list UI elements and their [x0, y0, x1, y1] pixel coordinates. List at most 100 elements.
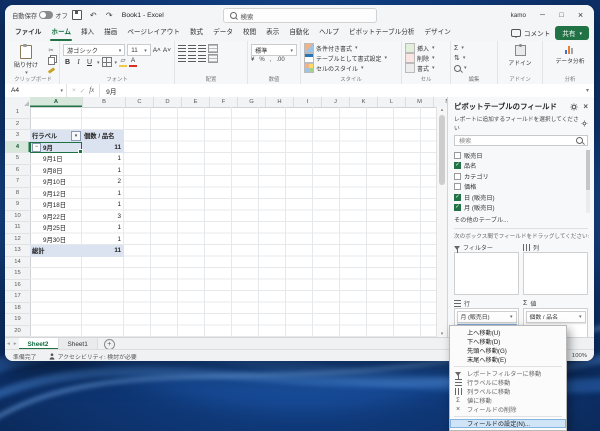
worksheet-grid[interactable]: ABCDEFGHIJKLMN 1234567891011121314151617…: [5, 97, 447, 337]
tab-view[interactable]: 表示: [261, 25, 284, 41]
addins-button[interactable]: アドイン: [501, 43, 539, 69]
checkbox-checked[interactable]: [454, 193, 461, 201]
grow-font-icon[interactable]: A˄: [153, 47, 161, 54]
pivot-date-cell[interactable]: 9月22日: [30, 211, 82, 223]
column-header[interactable]: M: [406, 97, 434, 107]
vertical-scrollbar[interactable]: [436, 107, 447, 337]
sheet-nav-right-icon[interactable]: [12, 341, 19, 347]
sheet-nav-left-icon[interactable]: [5, 341, 12, 347]
row-header[interactable]: 20: [5, 326, 30, 337]
pivot-value-cell[interactable]: 11: [82, 141, 124, 153]
insert-cells-button[interactable]: 挿入: [405, 43, 447, 53]
field-item[interactable]: カテゴリ: [454, 171, 584, 182]
checkbox-unchecked[interactable]: [454, 183, 461, 191]
menu-item-move-to-row-labels[interactable]: 行ラベルに移動: [450, 378, 566, 387]
row-header[interactable]: 15: [5, 268, 30, 280]
pivot-values-header[interactable]: 個数 / 品名: [82, 130, 124, 142]
row-header[interactable]: 5: [5, 153, 30, 165]
filter-area-box[interactable]: [454, 252, 519, 295]
row-header[interactable]: 4: [5, 141, 30, 153]
tab-draw[interactable]: 描画: [99, 25, 122, 41]
row-header[interactable]: 18: [5, 303, 30, 314]
column-header[interactable]: B: [83, 97, 126, 107]
search-box[interactable]: 検索: [222, 8, 377, 23]
pivot-value-cell[interactable]: 1: [82, 222, 124, 234]
copy-icon[interactable]: [47, 56, 55, 65]
tab-design[interactable]: デザイン: [419, 25, 455, 41]
borders-icon[interactable]: [101, 57, 112, 67]
tab-pivottable-analyze[interactable]: ピボットテーブル分析: [344, 25, 420, 41]
zoom-level[interactable]: 100%: [569, 353, 587, 359]
column-header[interactable]: A: [30, 97, 83, 107]
find-select-button[interactable]: [454, 63, 494, 73]
menu-item-field-settings[interactable]: フィールドの設定(N)...: [450, 419, 566, 428]
merge-center-icon[interactable]: [208, 54, 218, 63]
pivot-value-cell[interactable]: 2: [82, 176, 124, 188]
paste-button[interactable]: 貼り付け: [10, 44, 42, 77]
wrap-text-icon[interactable]: [208, 44, 218, 53]
field-list-scrollbar[interactable]: [586, 150, 590, 213]
pivot-grand-total-cell[interactable]: 総計: [30, 245, 82, 257]
cancel-entry-icon[interactable]: ×: [72, 87, 76, 94]
column-header[interactable]: G: [238, 97, 266, 107]
more-tables-link[interactable]: その他のテーブル...: [448, 213, 594, 226]
align-middle-icon[interactable]: [188, 45, 196, 52]
underline-button[interactable]: U: [85, 58, 94, 67]
format-cells-button[interactable]: 書式: [405, 63, 447, 73]
menu-item-move-to-beginning[interactable]: 先頭へ移動(G): [450, 346, 566, 355]
pivot-date-cell[interactable]: 9月25日: [30, 222, 82, 234]
pivot-date-cell[interactable]: 9月30日: [30, 234, 82, 246]
pivot-date-cell[interactable]: 9月12日: [30, 188, 82, 200]
menu-item-move-to-column-labels[interactable]: 列ラベルに移動: [450, 387, 566, 396]
row-header[interactable]: 7: [5, 176, 30, 188]
italic-button[interactable]: I: [74, 58, 83, 67]
user-name[interactable]: kamo: [511, 12, 526, 19]
save-icon[interactable]: [71, 8, 84, 22]
pivot-date-cell[interactable]: 9月1日: [30, 153, 82, 165]
format-painter-icon[interactable]: [47, 67, 55, 75]
bold-button[interactable]: B: [63, 58, 72, 67]
menu-item-move-down[interactable]: 下へ移動(D): [450, 337, 566, 346]
percent-icon[interactable]: %: [259, 57, 264, 63]
formula-bar-expand-icon[interactable]: ▾: [586, 87, 594, 94]
row-header[interactable]: 2: [5, 119, 30, 130]
column-header[interactable]: D: [154, 97, 182, 107]
checkbox-checked[interactable]: [454, 204, 461, 212]
close-pane-icon[interactable]: [583, 102, 588, 111]
tab-file[interactable]: ファイル: [10, 25, 46, 41]
field-pill-count[interactable]: 個数 / 品名: [525, 310, 586, 323]
fill-color-icon[interactable]: ▱: [119, 57, 128, 67]
align-top-icon[interactable]: [178, 45, 186, 52]
delete-cells-button[interactable]: 削除: [405, 53, 447, 63]
share-button[interactable]: 共有: [555, 26, 589, 40]
decimal-icons[interactable]: .00: [276, 57, 284, 63]
row-header[interactable]: 6: [5, 165, 30, 176]
row-header[interactable]: 13: [5, 245, 30, 257]
tab-automate[interactable]: 自動化: [284, 25, 314, 41]
tab-home[interactable]: ホーム: [46, 25, 76, 41]
row-header[interactable]: 9: [5, 199, 30, 211]
enter-entry-icon[interactable]: ✓: [80, 87, 85, 95]
row-header[interactable]: 17: [5, 291, 30, 303]
pivot-row-labels-header[interactable]: 行ラベル: [30, 130, 82, 142]
cell-styles-button[interactable]: セルのスタイル: [304, 63, 398, 73]
maximize-button[interactable]: [552, 5, 571, 25]
minimize-button[interactable]: [533, 5, 552, 25]
tab-review[interactable]: 校閲: [238, 25, 261, 41]
pivot-date-cell[interactable]: 9月18日: [30, 199, 82, 211]
tab-page-layout[interactable]: ページレイアウト: [122, 25, 185, 41]
column-header[interactable]: H: [266, 97, 294, 107]
align-right-icon[interactable]: [198, 55, 206, 62]
checkbox-unchecked[interactable]: [454, 151, 461, 159]
data-analysis-button[interactable]: データ分析: [546, 43, 594, 67]
shrink-font-icon[interactable]: A˅: [163, 47, 171, 54]
checkbox-unchecked[interactable]: [454, 172, 461, 180]
pivot-group-cell[interactable]: 9月: [30, 141, 82, 153]
number-format-select[interactable]: 標準: [251, 44, 297, 56]
gear-icon[interactable]: [570, 102, 578, 111]
column-header[interactable]: F: [210, 97, 238, 107]
pivot-value-cell[interactable]: 1: [82, 153, 124, 165]
row-header[interactable]: 3: [5, 130, 30, 142]
font-color-icon[interactable]: A: [129, 57, 138, 67]
format-as-table-button[interactable]: テーブルとして書式設定: [304, 53, 398, 63]
